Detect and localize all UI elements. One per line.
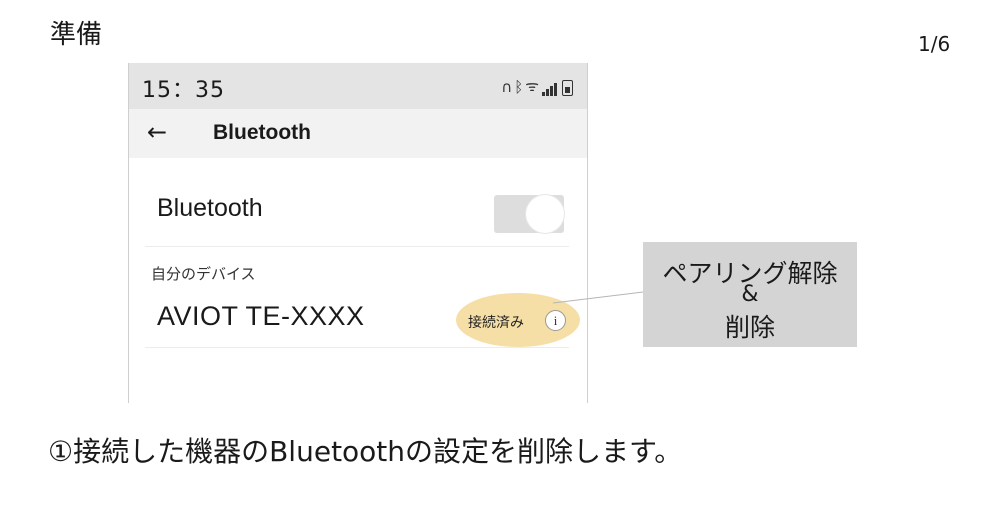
- callout-line-2: &: [741, 282, 759, 307]
- back-button[interactable]: ←: [147, 118, 167, 146]
- divider: [145, 246, 569, 247]
- phone-screen: 15：35 ∩ ᛒ ᯤ ← Bluetooth Bluetooth 自分のデバイ…: [128, 63, 588, 403]
- callout-box: ペアリング解除 & 削除: [643, 242, 857, 347]
- instruction-caption: ①接続した機器のBluetoothの設定を削除します。: [48, 435, 683, 468]
- bluetooth-setting-label: Bluetooth: [157, 194, 263, 222]
- headphones-icon: ∩: [501, 78, 513, 96]
- battery-icon: [562, 80, 573, 96]
- status-time: 15：35: [142, 78, 225, 103]
- toggle-knob: [526, 195, 564, 233]
- bluetooth-toggle[interactable]: [494, 195, 564, 233]
- status-icons: ∩ ᛒ ᯤ: [501, 76, 573, 96]
- wifi-icon: ᯤ: [525, 77, 539, 95]
- divider: [145, 347, 569, 348]
- info-icon[interactable]: i: [545, 310, 566, 331]
- status-bar: 15：35 ∩ ᛒ ᯤ: [129, 63, 587, 109]
- callout-line-3: 削除: [724, 313, 775, 342]
- my-devices-label: 自分のデバイス: [151, 265, 256, 283]
- signal-icon: [541, 82, 557, 96]
- connection-status: 接続済み: [468, 315, 524, 331]
- slide-title: 準備: [50, 20, 103, 50]
- app-header: ← Bluetooth: [129, 109, 587, 158]
- header-title: Bluetooth: [213, 121, 311, 144]
- device-name[interactable]: AVIOT TE-XXXX: [157, 301, 365, 332]
- page-number: 1/6: [918, 32, 951, 56]
- bluetooth-icon: ᛒ: [514, 78, 524, 96]
